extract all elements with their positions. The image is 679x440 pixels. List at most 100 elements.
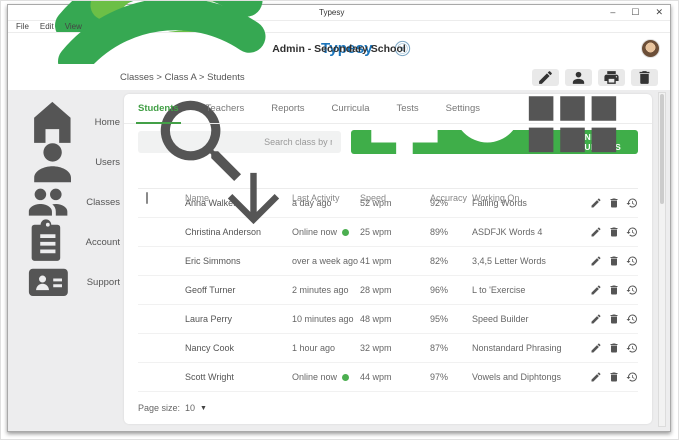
sidebar: Home Users Classes Account Support — [8, 90, 120, 431]
tab-students[interactable]: Students — [138, 94, 179, 123]
delete-row-button[interactable] — [608, 313, 620, 325]
sidebar-item-users[interactable]: Users — [8, 142, 120, 182]
sidebar-item-classes[interactable]: Classes — [8, 182, 120, 222]
history-row-button[interactable] — [626, 313, 638, 325]
student-name: Nancy Cook — [185, 343, 292, 353]
edit-row-button[interactable] — [590, 313, 602, 325]
screenshot-canvas: Typesy – ☐ ✕ FileEditViewWindowHelp Admi… — [0, 0, 679, 440]
delete-row-button[interactable] — [608, 342, 620, 354]
grid-view-icon[interactable] — [507, 94, 638, 174]
last-activity: 1 hour ago — [292, 343, 360, 353]
content-area: Students Teachers Reports Curricula Tests Set… — [120, 90, 670, 431]
history-row-button[interactable] — [626, 371, 638, 383]
page-size-label: Page size: — [138, 403, 180, 413]
delete-row-button[interactable] — [608, 197, 620, 209]
last-activity: 10 minutes ago — [292, 314, 360, 324]
table-row[interactable]: Eric Simmonsover a week ago41 wpm82%3,4,… — [138, 247, 638, 276]
student-name: Christina Anderson — [185, 227, 292, 237]
sidebar-item-label: Support — [87, 277, 120, 288]
tab-tests[interactable]: Tests — [396, 94, 418, 123]
sidebar-item-account[interactable]: Account — [8, 222, 120, 262]
search-box — [138, 131, 341, 153]
edit-button[interactable] — [532, 69, 559, 86]
speed: 52 wpm — [360, 198, 430, 208]
tab-reports[interactable]: Reports — [271, 94, 304, 123]
edit-row-button[interactable] — [590, 255, 602, 267]
sidebar-item-label: Home — [95, 117, 120, 128]
delete-row-button[interactable] — [608, 255, 620, 267]
idcard-icon — [25, 259, 72, 306]
sidebar-item-support[interactable]: Support — [8, 262, 120, 302]
history-row-button[interactable] — [626, 342, 638, 354]
minimize-button[interactable]: – — [610, 8, 615, 17]
history-row-button[interactable] — [626, 226, 638, 238]
toolbar — [532, 69, 670, 86]
speed: 44 wpm — [360, 372, 430, 382]
edit-row-button[interactable] — [590, 197, 602, 209]
sidebar-item-label: Classes — [86, 197, 120, 208]
sidebar-item-label: Users — [95, 157, 120, 168]
accuracy: 89% — [430, 227, 472, 237]
working-on: Speed Builder — [472, 314, 590, 324]
delete-row-button[interactable] — [608, 226, 620, 238]
accuracy: 87% — [430, 343, 472, 353]
student-name: Anna Walker — [185, 198, 292, 208]
last-activity: over a week ago — [292, 256, 360, 266]
page-title: Admin - Secondary School — [8, 43, 670, 55]
tab-teachers[interactable]: Teachers — [206, 94, 245, 123]
edit-row-button[interactable] — [590, 371, 602, 383]
speed: 25 wpm — [360, 227, 430, 237]
tab-settings[interactable]: Settings — [446, 94, 480, 123]
maximize-button[interactable]: ☐ — [631, 8, 639, 17]
table-row[interactable]: Scott WrightOnline now44 wpm97%Vowels an… — [138, 363, 638, 392]
page-size-select[interactable]: 10 ▼ — [185, 403, 207, 413]
working-on: Vowels and Diphtongs — [472, 372, 590, 382]
table-row[interactable]: Geoff Turner2 minutes ago28 wpm96%L to '… — [138, 276, 638, 305]
tab-bar: Students Teachers Reports Curricula Tests Set… — [124, 94, 652, 124]
scrollbar-track[interactable] — [658, 92, 666, 427]
history-row-button[interactable] — [626, 255, 638, 267]
main-area: Home Users Classes Account Support Students T… — [8, 90, 670, 431]
accuracy: 82% — [430, 256, 472, 266]
online-dot — [342, 229, 349, 236]
accuracy: 96% — [430, 285, 472, 295]
print-button[interactable] — [598, 69, 625, 86]
student-name: Eric Simmons — [185, 256, 292, 266]
speed: 48 wpm — [360, 314, 430, 324]
edit-row-button[interactable] — [590, 284, 602, 296]
students-table: Name Last Activity Speed Accuracy Workin… — [124, 160, 652, 392]
last-activity: Online now — [292, 227, 360, 237]
table-row[interactable]: Nancy Cook1 hour ago32 wpm87%Nonstandard… — [138, 334, 638, 363]
history-row-button[interactable] — [626, 197, 638, 209]
delete-row-button[interactable] — [608, 371, 620, 383]
delete-button[interactable] — [631, 69, 658, 86]
app-header: Admin - Secondary School Typesy — [8, 33, 670, 64]
student-name: Laura Perry — [185, 314, 292, 324]
online-dot — [342, 374, 349, 381]
tab-curricula[interactable]: Curricula — [331, 94, 369, 123]
person-button[interactable] — [565, 69, 592, 86]
table-row[interactable]: Laura Perry10 minutes ago48 wpm95%Speed … — [138, 305, 638, 334]
last-activity: Online now — [292, 372, 360, 382]
last-activity: 2 minutes ago — [292, 285, 360, 295]
app-window: Typesy – ☐ ✕ FileEditViewWindowHelp Admi… — [7, 4, 671, 432]
search-input[interactable] — [264, 137, 332, 147]
delete-row-button[interactable] — [608, 284, 620, 296]
history-row-button[interactable] — [626, 284, 638, 296]
working-on: ASDFJK Words 4 — [472, 227, 590, 237]
speed: 32 wpm — [360, 343, 430, 353]
student-name: Geoff Turner — [185, 285, 292, 295]
group-icon — [25, 179, 71, 225]
content-card: Students Teachers Reports Curricula Tests Set… — [124, 94, 652, 424]
working-on: Nonstandard Phrasing — [472, 343, 590, 353]
scrollbar-thumb[interactable] — [660, 94, 664, 204]
card-footer: Page size: 10 ▼ — [124, 392, 652, 424]
working-on: L to 'Exercise — [472, 285, 590, 295]
close-button[interactable]: ✕ — [655, 8, 663, 17]
edit-row-button[interactable] — [590, 342, 602, 354]
edit-row-button[interactable] — [590, 226, 602, 238]
profile-avatar[interactable] — [641, 39, 660, 58]
breadcrumb[interactable]: Classes > Class A > Students — [120, 72, 245, 83]
last-activity: a day ago — [292, 198, 360, 208]
speed: 41 wpm — [360, 256, 430, 266]
